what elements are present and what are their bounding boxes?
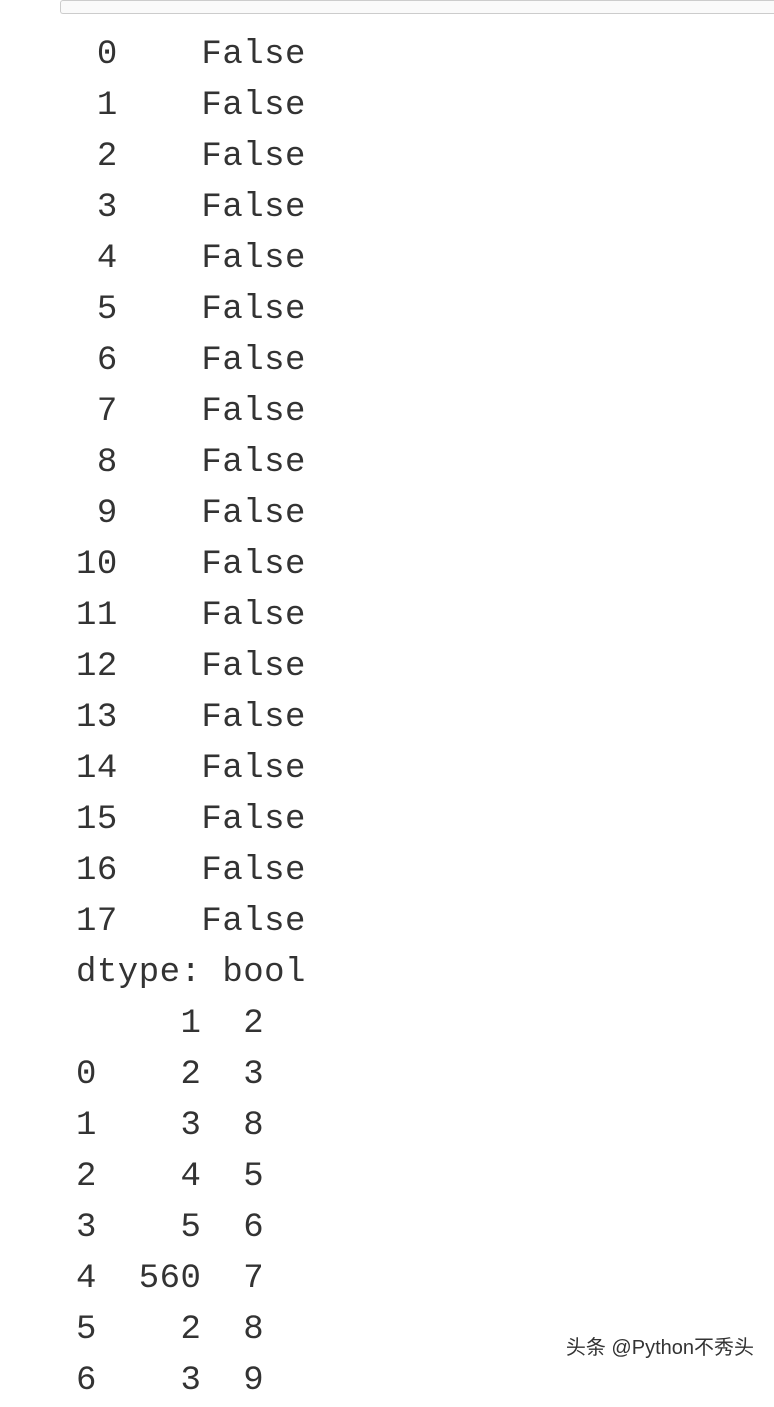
code-output: 0 False 1 False 2 False 3 False 4 False … (76, 30, 306, 1407)
output-line: 5 False (76, 285, 306, 336)
output-line: 5 2 8 (76, 1305, 306, 1356)
output-line: 2 4 5 (76, 1152, 306, 1203)
output-line: 0 False (76, 30, 306, 81)
output-line: 4 False (76, 234, 306, 285)
output-line: 16 False (76, 846, 306, 897)
watermark-text: 头条 @Python不秀头 (566, 1331, 754, 1360)
output-line: 3 5 6 (76, 1203, 306, 1254)
output-line: 13 False (76, 693, 306, 744)
output-line: 9 False (76, 489, 306, 540)
output-line: 0 2 3 (76, 1050, 306, 1101)
output-line: 1 3 8 (76, 1101, 306, 1152)
output-line: 14 False (76, 744, 306, 795)
output-line: 7 False (76, 387, 306, 438)
output-line: 1 2 (76, 999, 306, 1050)
output-line: 6 3 9 (76, 1356, 306, 1407)
output-line: 2 False (76, 132, 306, 183)
input-cell-border (60, 0, 774, 14)
output-line: 15 False (76, 795, 306, 846)
output-line: 4 560 7 (76, 1254, 306, 1305)
output-line: 8 False (76, 438, 306, 489)
output-line: dtype: bool (76, 948, 306, 999)
output-line: 3 False (76, 183, 306, 234)
output-line: 17 False (76, 897, 306, 948)
output-line: 11 False (76, 591, 306, 642)
output-line: 6 False (76, 336, 306, 387)
output-line: 10 False (76, 540, 306, 591)
output-line: 12 False (76, 642, 306, 693)
output-line: 1 False (76, 81, 306, 132)
